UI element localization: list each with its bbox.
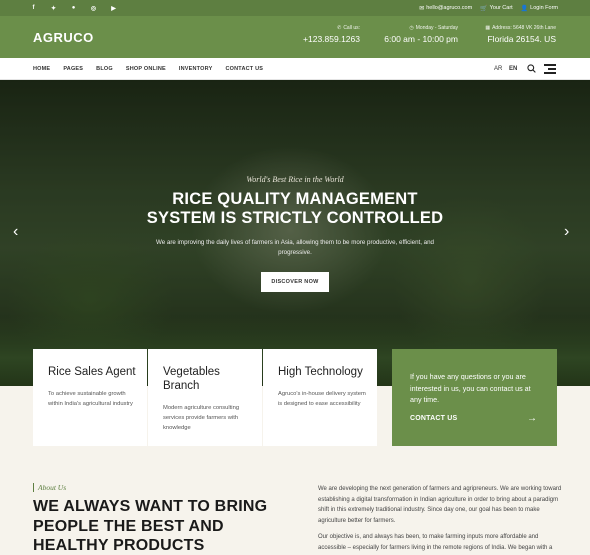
about-paragraph: Our objective is, and always has been, t… bbox=[318, 534, 553, 551]
feature-desc: Modern agriculture consulting services p… bbox=[163, 405, 240, 431]
feature-title: Rice Sales Agent bbox=[48, 366, 136, 378]
building-icon: ▦ bbox=[485, 25, 491, 31]
arrow-right-icon[interactable]: → bbox=[527, 413, 537, 424]
lang-ar[interactable]: AR bbox=[494, 58, 502, 80]
feature-title: Vegetables Branch bbox=[163, 366, 220, 392]
about-kicker: About Us bbox=[33, 483, 66, 492]
youtube-icon[interactable]: ▶ bbox=[110, 5, 117, 12]
nav-item-blog[interactable]: BLOG bbox=[96, 66, 113, 72]
hours-info: ◷ Monday - Saturday 6:00 am - 10:00 pm bbox=[384, 25, 458, 44]
hamburger-menu-icon[interactable] bbox=[544, 64, 556, 74]
nav-item-inventory[interactable]: INVENTORY bbox=[179, 66, 213, 72]
feature-card[interactable]: Vegetables Branch Modern agriculture con… bbox=[148, 349, 262, 446]
email-link[interactable]: ✉ hello@agruco.com bbox=[419, 5, 472, 12]
about-title: WE ALWAYS WANT TO BRING PEOPLE THE BEST … bbox=[33, 498, 268, 554]
feature-title: High Technology bbox=[278, 366, 363, 378]
contact-us-link[interactable]: CONTACT US bbox=[410, 415, 457, 422]
user-icon: 👤 bbox=[520, 5, 529, 12]
feature-desc: To achieve sustainable growth within Ind… bbox=[48, 391, 133, 407]
nav-item-contact-us[interactable]: CONTACT US bbox=[225, 66, 263, 72]
contact-cta-card: If you have any questions or you are int… bbox=[392, 349, 557, 446]
about-paragraph: We are developing the next generation of… bbox=[318, 486, 562, 524]
cart-link[interactable]: 🛒 Your Cart bbox=[480, 5, 513, 12]
lang-en[interactable]: EN bbox=[509, 58, 517, 80]
slider-next-icon[interactable]: › bbox=[564, 224, 569, 240]
call-info: ✆ Call us: +123.859.1263 bbox=[303, 25, 360, 44]
site-logo[interactable]: AGRUCO bbox=[33, 30, 94, 45]
twitter-icon[interactable]: ✦ bbox=[50, 5, 57, 12]
search-icon[interactable] bbox=[527, 64, 536, 73]
github-icon[interactable]: ● bbox=[70, 5, 77, 11]
hero-slider: World's Best Rice in the World RICE QUAL… bbox=[0, 80, 590, 386]
hero-title: RICE QUALITY MANAGEMENT SYSTEM IS STRICT… bbox=[146, 190, 444, 227]
nav-menu: HOME PAGES BLOG SHOP ONLINE INVENTORY CO… bbox=[33, 58, 263, 80]
feature-desc: Agruco's in-house delivery system is des… bbox=[278, 391, 366, 407]
feature-card[interactable]: High Technology Agruco's in-house delive… bbox=[263, 349, 377, 446]
discover-now-button[interactable]: DISCOVER NOW bbox=[261, 272, 329, 292]
nav-item-pages[interactable]: PAGES bbox=[63, 66, 83, 72]
hero-text: We are improving the daily lives of farm… bbox=[156, 239, 434, 256]
mail-icon: ✉ bbox=[419, 5, 425, 12]
nav-item-home[interactable]: HOME bbox=[33, 66, 50, 72]
feature-card[interactable]: Rice Sales Agent To achieve sustainable … bbox=[33, 349, 147, 446]
main-nav: HOME PAGES BLOG SHOP ONLINE INVENTORY CO… bbox=[0, 58, 590, 80]
top-bar: f ✦ ● ◎ ▶ ✉ hello@agruco.com 🛒 Your Cart 👤… bbox=[0, 0, 590, 16]
social-links: f ✦ ● ◎ ▶ bbox=[30, 0, 117, 16]
phone-icon: ✆ bbox=[337, 25, 342, 31]
facebook-icon[interactable]: f bbox=[30, 5, 37, 11]
site-header: AGRUCO ✆ Call us: +123.859.1263 ◷ Monday -… bbox=[0, 16, 590, 58]
cta-text: If you have any questions or you are int… bbox=[410, 372, 531, 404]
top-links: ✉ hello@agruco.com 🛒 Your Cart 👤 Login Form bbox=[419, 0, 558, 16]
login-link[interactable]: 👤 Login Form bbox=[521, 5, 558, 12]
slider-prev-icon[interactable]: ‹ bbox=[13, 224, 18, 240]
clock-icon: ◷ bbox=[409, 25, 414, 31]
cart-icon: 🛒 bbox=[480, 5, 488, 12]
nav-item-shop-online[interactable]: SHOP ONLINE bbox=[126, 66, 166, 72]
dribbble-icon[interactable]: ◎ bbox=[90, 5, 97, 12]
address-info: ▦ Address: 5648 VK 26th Lane Florida 2615… bbox=[485, 25, 556, 44]
hero-kicker: World's Best Rice in the World bbox=[246, 175, 344, 184]
